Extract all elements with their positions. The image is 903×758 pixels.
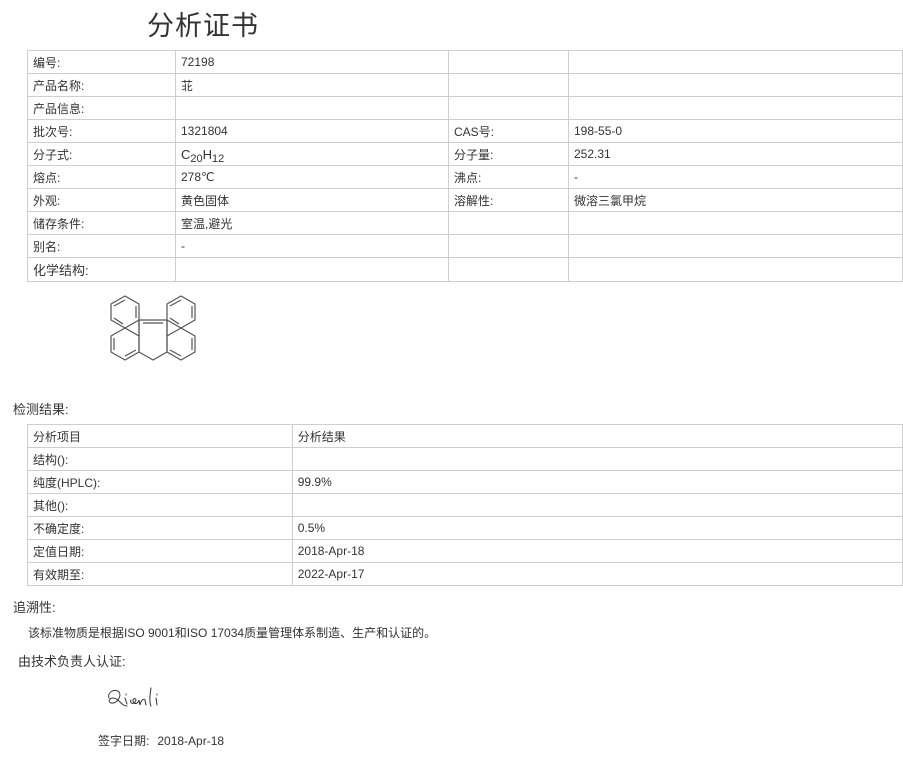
result-value xyxy=(291,493,903,517)
result-item: 其他(): xyxy=(27,493,293,517)
signature-image xyxy=(108,687,158,707)
table-row: 储存条件: 室温,避光 xyxy=(27,211,903,235)
result-value: 0.5% xyxy=(291,516,903,540)
info-label: 批次号: xyxy=(27,119,176,143)
results-heading: 检测结果: xyxy=(13,402,69,417)
info-label-secondary: 沸点: xyxy=(448,165,569,189)
table-row: 结构(): xyxy=(27,447,903,471)
info-label: 别名: xyxy=(27,234,176,258)
info-label: 编号: xyxy=(27,50,176,74)
table-row: 编号: 72198 xyxy=(27,50,903,74)
perylene-structure-image xyxy=(110,295,196,361)
formula-carbon: C xyxy=(181,146,191,162)
info-label-secondary xyxy=(448,50,569,74)
table-row: 定值日期: 2018-Apr-18 xyxy=(27,539,903,563)
page-title: 分析证书 xyxy=(147,11,259,42)
info-value-secondary xyxy=(568,211,903,235)
result-value xyxy=(291,447,903,471)
molecular-formula: C20H12 xyxy=(175,142,449,166)
table-row: 熔点: 278℃ 沸点: - xyxy=(27,165,903,189)
traceability-heading: 追溯性: xyxy=(13,600,56,615)
info-value: - xyxy=(175,234,449,258)
info-label: 产品信息: xyxy=(27,96,176,120)
info-label-secondary xyxy=(448,96,569,120)
info-label: 分子式: xyxy=(27,142,176,166)
result-item: 结构(): xyxy=(27,447,293,471)
info-label-secondary xyxy=(448,257,569,282)
table-row: 有效期至: 2022-Apr-17 xyxy=(27,562,903,586)
info-value-secondary xyxy=(568,50,903,74)
column-header-item: 分析项目 xyxy=(27,424,293,448)
result-item: 定值日期: xyxy=(27,539,293,563)
info-value: 1321804 xyxy=(175,119,449,143)
table-row: 其他(): xyxy=(27,493,903,517)
table-row: 别名: - xyxy=(27,234,903,258)
table-header-row: 分析项目 分析结果 xyxy=(27,424,903,448)
info-value-secondary xyxy=(568,234,903,258)
info-value xyxy=(175,96,449,120)
column-header-result: 分析结果 xyxy=(291,424,903,448)
info-value: 苝 xyxy=(175,73,449,97)
traceability-statement: 该标准物质是根据ISO 9001和ISO 17034质量管理体系制造、生产和认证… xyxy=(28,626,437,640)
info-label: 熔点: xyxy=(27,165,176,189)
info-value xyxy=(175,257,449,282)
info-value-secondary: 微溶三氯甲烷 xyxy=(568,188,903,212)
table-row: 产品信息: xyxy=(27,96,903,120)
result-value: 2022-Apr-17 xyxy=(291,562,903,586)
table-row: 化学结构: xyxy=(27,257,903,282)
info-label: 外观: xyxy=(27,188,176,212)
info-label-secondary: 溶解性: xyxy=(448,188,569,212)
info-label: 产品名称: xyxy=(27,73,176,97)
table-row: 批次号: 1321804 CAS号: 198-55-0 xyxy=(27,119,903,143)
table-row: 外观: 黄色固体 溶解性: 微溶三氯甲烷 xyxy=(27,188,903,212)
table-row: 分子式: C20H12 分子量: 252.31 xyxy=(27,142,903,166)
info-value: 278℃ xyxy=(175,165,449,189)
info-label: 化学结构: xyxy=(27,257,176,282)
info-label-secondary xyxy=(448,73,569,97)
results-table: 分析项目 分析结果 结构(): 纯度(HPLC): 99.9% 其他(): 不确… xyxy=(27,424,903,586)
info-value-secondary: - xyxy=(568,165,903,189)
info-value-secondary: 198-55-0 xyxy=(568,119,903,143)
sign-date-label: 签字日期: xyxy=(98,734,150,748)
result-item: 不确定度: xyxy=(27,516,293,540)
formula-carbon-count: 20 xyxy=(190,152,203,165)
info-label-secondary xyxy=(448,234,569,258)
result-item: 有效期至: xyxy=(27,562,293,586)
info-label-secondary xyxy=(448,211,569,235)
info-value: 黄色固体 xyxy=(175,188,449,212)
info-label-secondary: CAS号: xyxy=(448,119,569,143)
result-value: 99.9% xyxy=(291,470,903,494)
result-item: 纯度(HPLC): xyxy=(27,470,293,494)
info-value-secondary xyxy=(568,257,903,282)
table-row: 不确定度: 0.5% xyxy=(27,516,903,540)
info-value-secondary: 252.31 xyxy=(568,142,903,166)
sign-date-value: 2018-Apr-18 xyxy=(157,734,225,748)
info-label: 储存条件: xyxy=(27,211,176,235)
sign-date-line: 签字日期: 2018-Apr-18 xyxy=(98,732,232,749)
product-info-table: 编号: 72198 产品名称: 苝 产品信息: 批次号: 1321804 CAS… xyxy=(27,50,903,282)
info-label-secondary: 分子量: xyxy=(448,142,569,166)
formula-hydrogen-count: 12 xyxy=(212,152,225,165)
info-value-secondary xyxy=(568,96,903,120)
info-value-secondary xyxy=(568,73,903,97)
table-row: 产品名称: 苝 xyxy=(27,73,903,97)
result-value: 2018-Apr-18 xyxy=(291,539,903,563)
table-row: 纯度(HPLC): 99.9% xyxy=(27,470,903,494)
formula-hydrogen: H xyxy=(202,146,213,162)
info-value: 72198 xyxy=(175,50,449,74)
info-value: 室温,避光 xyxy=(175,211,449,235)
certification-heading: 由技术负责人认证: xyxy=(18,654,126,669)
